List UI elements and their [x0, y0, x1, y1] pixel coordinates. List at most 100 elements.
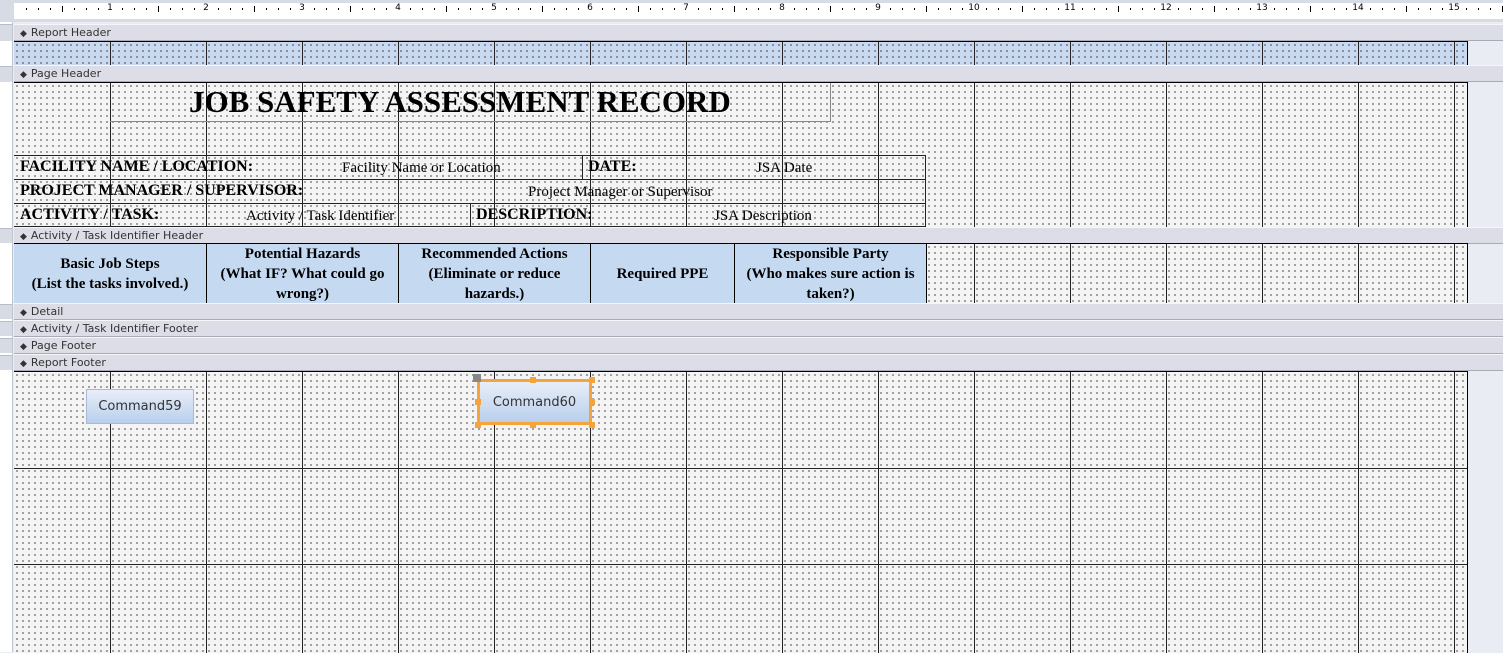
- page-header-selector[interactable]: [0, 66, 12, 82]
- activity-footer-bar[interactable]: ◆ Activity / Task Identifier Footer: [14, 320, 1503, 337]
- activity-label[interactable]: ACTIVITY / TASK:: [20, 206, 159, 224]
- date-field[interactable]: JSA Date: [756, 160, 812, 177]
- grid-line: [974, 83, 975, 228]
- report-header-section[interactable]: [14, 41, 1468, 65]
- section-label: Report Header: [30, 26, 111, 39]
- activity-header-section[interactable]: Basic Job Steps (List the tasks involved.…: [14, 243, 1468, 303]
- page-header-bar[interactable]: ◆ Page Header: [14, 65, 1503, 82]
- date-label[interactable]: DATE:: [588, 158, 637, 176]
- ruler-tick: [338, 8, 339, 10]
- ruler-tick: [1082, 8, 1083, 10]
- section-arrow-icon: ◆: [20, 342, 27, 352]
- grid-line: [1262, 244, 1263, 303]
- resize-handle[interactable]: [530, 422, 536, 428]
- grid-line: [1166, 42, 1167, 65]
- ruler-tick: [374, 8, 375, 10]
- activity-header-bar[interactable]: ◆ Activity / Task Identifier Header: [14, 227, 1503, 244]
- ruler-tick: [1406, 6, 1407, 12]
- ruler-tick: [554, 8, 555, 10]
- vertical-ruler: [0, 22, 13, 652]
- resize-handle[interactable]: [475, 399, 481, 405]
- command59-button[interactable]: Command59: [86, 389, 194, 424]
- detail-selector[interactable]: [0, 304, 12, 319]
- ruler-tick: [1190, 8, 1191, 10]
- facility-field[interactable]: Facility Name or Location: [342, 160, 501, 177]
- ruler-tick: [1238, 8, 1239, 10]
- ruler-tick: [902, 8, 903, 10]
- section-label: Report Footer: [30, 356, 106, 369]
- ruler-tick: [362, 8, 363, 10]
- ruler-tick: [1022, 6, 1023, 12]
- ruler-tick: [254, 6, 255, 12]
- report-header-selector[interactable]: [0, 24, 12, 41]
- ruler-tick: [38, 8, 39, 10]
- ruler-tick: [794, 8, 795, 10]
- ruler-tick: [926, 6, 927, 12]
- ruler-tick: [290, 8, 291, 10]
- ruler-tick: [542, 6, 543, 12]
- facility-label[interactable]: FACILITY NAME / LOCATION:: [20, 158, 253, 176]
- grid-line: [974, 372, 975, 653]
- ruler-tick: [674, 8, 675, 10]
- ruler-tick: [1370, 8, 1371, 10]
- ruler-tick: [566, 8, 567, 10]
- grid-line: [494, 42, 495, 65]
- ruler-tick: [98, 8, 99, 10]
- grid-line: [302, 372, 303, 653]
- resize-handle[interactable]: [589, 422, 595, 428]
- column-header-job-steps[interactable]: Basic Job Steps (List the tasks involved.…: [14, 244, 207, 303]
- ruler-tick: [602, 8, 603, 10]
- column-header-responsible[interactable]: Responsible Party (Who makes sure action …: [735, 244, 927, 303]
- ruler-tick: [722, 8, 723, 10]
- ruler-tick: [350, 6, 351, 12]
- ruler-tick: [614, 8, 615, 10]
- description-field[interactable]: JSA Description: [714, 208, 812, 225]
- report-footer-bar[interactable]: ◆ Report Footer: [14, 354, 1503, 371]
- resize-handle[interactable]: [475, 422, 481, 428]
- column-header-hazards[interactable]: Potential Hazards (What IF? What could go…: [207, 244, 399, 303]
- ruler-tick: [1046, 8, 1047, 10]
- activity-footer-selector[interactable]: [0, 321, 12, 336]
- ruler-tick: [182, 8, 183, 10]
- grid-line: [782, 372, 783, 653]
- ruler-number: 15: [1448, 3, 1460, 13]
- column-header-actions[interactable]: Recommended Actions (Eliminate or reduce …: [399, 244, 591, 303]
- ruler-number: 7: [683, 3, 689, 13]
- section-label: Activity / Task Identifier Header: [30, 229, 204, 242]
- ruler-tick: [230, 8, 231, 10]
- resize-handle[interactable]: [589, 399, 595, 405]
- manager-field[interactable]: Project Manager or Supervisor: [528, 184, 713, 201]
- page-footer-selector[interactable]: [0, 338, 12, 353]
- report-footer-selector[interactable]: [0, 355, 12, 370]
- detail-bar[interactable]: ◆ Detail: [14, 303, 1503, 320]
- report-header-bar[interactable]: ◆ Report Header: [14, 24, 1503, 41]
- description-label[interactable]: DESCRIPTION:: [476, 206, 592, 224]
- column-header-ppe[interactable]: Required PPE: [591, 244, 735, 303]
- section-label: Detail: [30, 305, 64, 318]
- section-arrow-icon: ◆: [20, 308, 27, 318]
- ruler-tick: [1466, 8, 1467, 10]
- report-footer-section[interactable]: Command59 Command60: [14, 371, 1468, 653]
- move-handle[interactable]: [473, 374, 481, 382]
- command60-button[interactable]: Command60: [477, 379, 592, 425]
- activity-field[interactable]: Activity / Task Identifier: [246, 208, 394, 225]
- resize-handle[interactable]: [530, 377, 536, 383]
- ruler-tick: [1154, 8, 1155, 10]
- report-title[interactable]: JOB SAFETY ASSESSMENT RECORD: [189, 83, 731, 121]
- page-footer-bar[interactable]: ◆ Page Footer: [14, 337, 1503, 354]
- section-label: Page Footer: [30, 339, 97, 352]
- manager-label[interactable]: PROJECT MANAGER / SUPERVISOR:: [20, 182, 303, 200]
- ruler-number: 2: [203, 3, 209, 13]
- ruler-tick: [1274, 8, 1275, 10]
- page-header-section[interactable]: JOB SAFETY ASSESSMENT RECORD FACILITY NA…: [14, 82, 1468, 228]
- ruler-tick: [278, 8, 279, 10]
- ruler-tick: [146, 8, 147, 10]
- grid-line: [686, 42, 687, 65]
- ruler-tick: [1490, 8, 1491, 10]
- grid-line: [1070, 244, 1071, 303]
- grid-line: [1166, 372, 1167, 653]
- ruler-tick: [434, 8, 435, 10]
- activity-header-selector[interactable]: [0, 228, 12, 243]
- resize-handle[interactable]: [589, 377, 595, 383]
- grid-line: [206, 372, 207, 653]
